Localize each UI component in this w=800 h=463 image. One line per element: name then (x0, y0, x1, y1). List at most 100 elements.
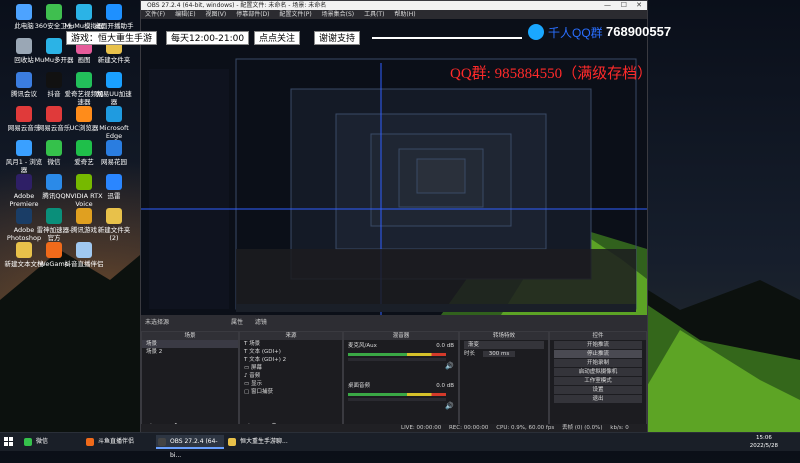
app-icon (46, 38, 62, 54)
source-label: 屏幕 (250, 365, 262, 371)
source-label: 场景 (249, 341, 261, 347)
menu-docks[interactable]: 停靠部件(D) (236, 11, 269, 18)
volume-meter (348, 353, 446, 356)
filters-button[interactable]: 滤镜 (255, 319, 267, 326)
speaker-icon[interactable]: 🔊 (445, 402, 454, 410)
clock-date: 2022/5/28 (749, 443, 778, 449)
source-item[interactable]: T 场景 (240, 340, 342, 348)
desktop-icon[interactable]: Microsoft Edge (94, 106, 134, 140)
start-recording-button[interactable]: 开始录制 (554, 359, 642, 367)
sources-panel: 来源 T 场景 T 文本 (GDI+) T 文本 (GDI+) 2 ▭ 屏幕 ♪… (239, 331, 343, 433)
taskbar-item-label: 斗鱼直播伴侣 (98, 438, 135, 445)
source-item[interactable]: T 文本 (GDI+) 2 (240, 356, 342, 364)
app-icon (16, 208, 32, 224)
taskbar-item-label: 微信 (36, 438, 49, 445)
desktop-icon-label: 回收站 (14, 56, 34, 64)
overlay-line (372, 37, 522, 39)
app-icon (46, 208, 62, 224)
source-toolbar: 未选择源 属性 滤镜 (141, 315, 647, 331)
stop-streaming-button[interactable]: 停止推流 (554, 350, 642, 358)
duration-label: 时长 (464, 351, 476, 357)
menu-profile[interactable]: 配置文件(P) (279, 11, 311, 18)
app-icon (16, 140, 32, 156)
obs-title-text: OBS 27.2.4 (64-bit, windows) - 配置文件: 未命名… (147, 2, 327, 9)
properties-button[interactable]: 属性 (231, 319, 243, 326)
desktop-icon-label: 新建文件夹 (2) (97, 226, 131, 242)
bitrate: kb/s: 0 (610, 425, 629, 431)
obs-title-bar[interactable]: OBS 27.2.4 (64-bit, windows) - 配置文件: 未命名… (141, 1, 647, 10)
qq-group-label: 千人QQ群 (548, 26, 603, 40)
source-item[interactable]: T 文本 (GDI+) (240, 348, 342, 356)
virtual-camera-button[interactable]: 启动虚拟摄像机 (554, 368, 642, 376)
app-icon (16, 106, 32, 122)
source-label: 文本 (GDI+) 2 (249, 357, 287, 363)
source-item[interactable]: ♪ 音频 (240, 372, 342, 380)
app-icon (46, 106, 62, 122)
scenes-panel: 场景 场景 场景 2 + − ⌃ ⌄ (141, 331, 239, 433)
audio-mixer-panel: 混音器 麦克风/Aux 0.0 dB 🔊 桌面音频 0.0 dB 🔊 (343, 331, 459, 433)
source-item[interactable]: ▢ 窗口捕获 (240, 388, 342, 396)
mixer-panel-title: 混音器 (344, 332, 458, 340)
desktop-icon-label: 抖音 (47, 90, 61, 98)
sources-panel-title: 来源 (240, 332, 342, 340)
taskbar-item-obs[interactable]: OBS 27.2.4 (64-bi... (156, 435, 224, 459)
speaker-icon[interactable]: 🔊 (445, 362, 454, 370)
menu-edit[interactable]: 编辑(E) (175, 11, 195, 18)
desktop-icon-label: 桌面开播助手 (94, 22, 134, 30)
qq-penguin-icon (528, 24, 544, 40)
minimize-icon[interactable]: — (604, 1, 611, 10)
window-source-icon: ▢ (244, 389, 251, 395)
app-icon (106, 208, 122, 224)
volume-slider[interactable] (348, 358, 446, 361)
red-promo-text: QQ群: 985884550（满级存档） (450, 66, 653, 82)
volume-slider[interactable] (348, 398, 446, 401)
desktop-icon[interactable]: 桌面开播助手 (94, 4, 134, 30)
desktop-icon[interactable]: 新建文件夹 (2) (94, 208, 134, 242)
source-item[interactable]: ▭ 显示 (240, 380, 342, 388)
app-icon (76, 242, 92, 258)
desktop-icon-label: Microsoft Edge (99, 124, 129, 140)
menu-tools[interactable]: 工具(T) (364, 11, 384, 18)
scene-item[interactable]: 场景 2 (142, 348, 238, 356)
exit-button[interactable]: 退出 (554, 395, 642, 403)
transition-type-select[interactable]: 渐变 (464, 341, 544, 349)
app-icon (76, 174, 92, 190)
channel-name: 桌面音频 (348, 383, 371, 389)
studio-mode-button[interactable]: 工作室模式 (554, 377, 642, 385)
settings-button[interactable]: 设置 (554, 386, 642, 394)
display-source-icon: ▭ (244, 365, 251, 371)
app-icon (106, 4, 122, 20)
app-icon (76, 4, 92, 20)
app-icon (16, 4, 32, 20)
qq-group-number: 768900557 (606, 24, 672, 39)
taskbar-item-chat[interactable]: 恒大重生手游聊... (226, 435, 308, 449)
desktop-icon-label: 抖音直播伴侣 (64, 260, 104, 268)
taskbar-item-douyu[interactable]: 斗鱼直播伴侣 (84, 435, 166, 449)
desktop-icon[interactable]: 迅雷 (94, 174, 134, 200)
desktop-icon-label: 新建文件夹 (97, 56, 131, 64)
windows-start-icon[interactable] (4, 437, 14, 447)
taskbar-item-wechat[interactable]: 微信 (22, 435, 80, 449)
menu-view[interactable]: 视图(V) (205, 11, 226, 18)
desktop-icon[interactable]: 网易UU加速器 (94, 72, 134, 106)
app-icon (76, 72, 92, 88)
source-item[interactable]: ▭ 屏幕 (240, 364, 342, 372)
douyu-icon (86, 438, 94, 446)
taskbar-clock[interactable]: 15:06 2022/5/28 (750, 434, 778, 450)
scene-item[interactable]: 场景 (142, 340, 238, 348)
close-icon[interactable]: ✕ (636, 1, 642, 10)
overlay-thanks-label: 谢谢支持 (314, 31, 361, 45)
start-streaming-button[interactable]: 开始推流 (554, 341, 642, 349)
maximize-icon[interactable]: ☐ (621, 1, 627, 10)
desktop-icon[interactable]: 网易花园 (94, 140, 134, 166)
menu-file[interactable]: 文件(F) (145, 11, 165, 18)
desktop-icon[interactable]: 抖音直播伴侣 (64, 242, 104, 268)
channel-db: 0.0 dB (436, 343, 454, 349)
menu-help[interactable]: 帮助(H) (394, 11, 415, 18)
duration-input[interactable]: 300 ms (482, 351, 516, 357)
desktop-icon-label: 此电脑 (14, 22, 34, 30)
rec-timer: REC: 00:00:00 (448, 425, 489, 431)
menu-scene-collection[interactable]: 场景集合(S) (322, 11, 355, 18)
obs-docks: 场景 场景 场景 2 + − ⌃ ⌄ 来源 T 场景 T 文本 (GDI+) T… (141, 331, 647, 433)
app-icon (106, 140, 122, 156)
